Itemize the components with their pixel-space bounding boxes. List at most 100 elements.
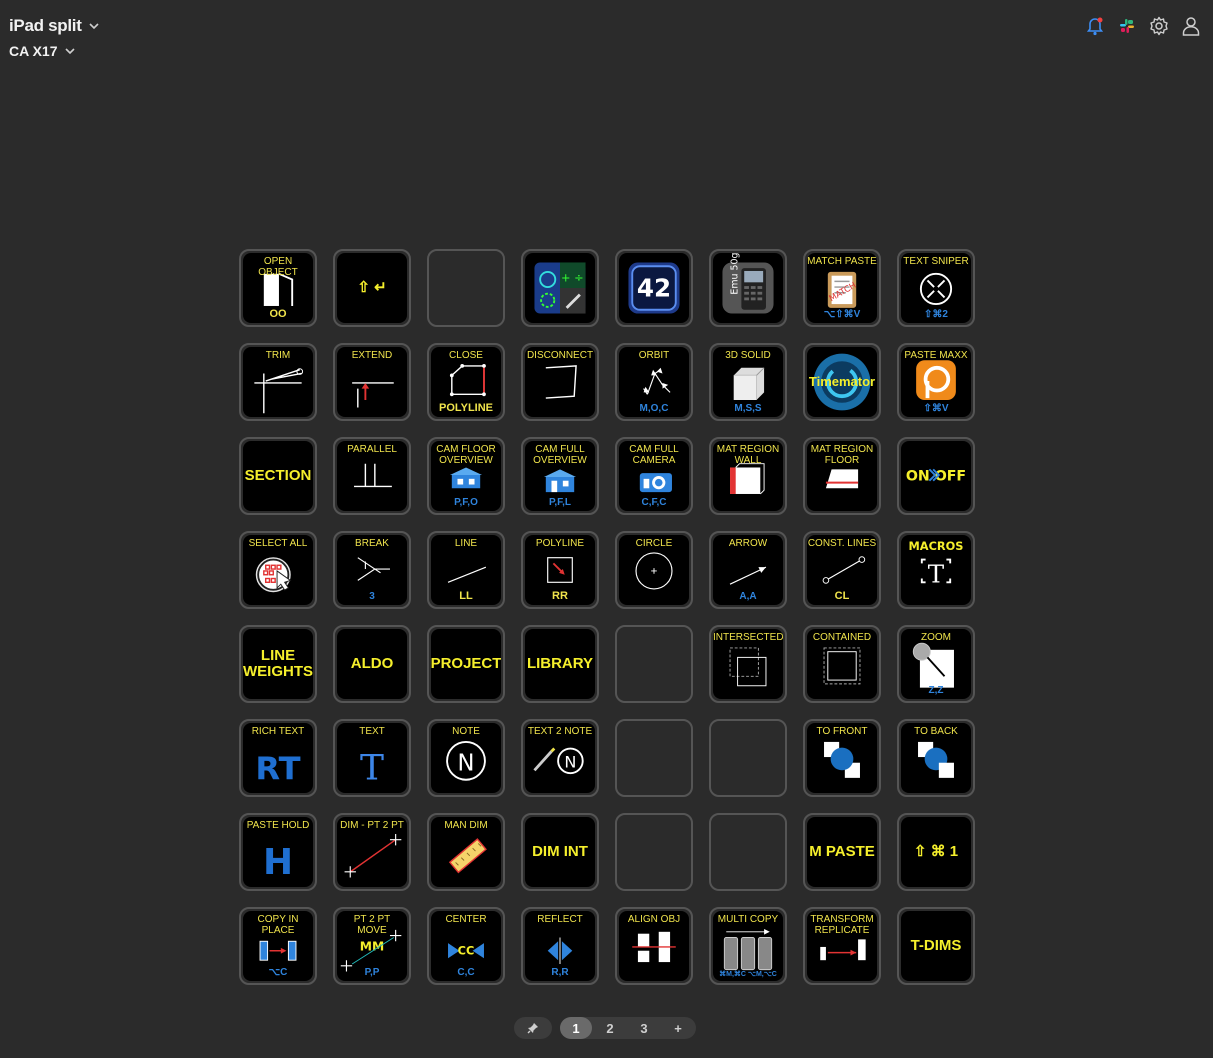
key-slot[interactable]: PROJECT — [427, 625, 505, 703]
key-slot[interactable]: DISCONNECT — [521, 343, 599, 421]
key-button[interactable]: M PASTE — [807, 817, 877, 887]
key-slot[interactable]: POLYLINE RR — [521, 531, 599, 609]
key-button[interactable]: 4242 — [619, 253, 689, 323]
key-button[interactable]: LINE LL — [431, 535, 501, 605]
key-slot[interactable]: BREAK 3 — [333, 531, 411, 609]
key-slot[interactable]: TEXT SNIPER ⇧⌘2 — [897, 249, 975, 327]
key-button[interactable]: + ÷ — [525, 253, 595, 323]
key-slot[interactable]: ZOOM Z,Z — [897, 625, 975, 703]
key-slot[interactable]: N TEXT 2 NOTE — [521, 719, 599, 797]
key-button[interactable]: LINE WEIGHTS — [243, 629, 313, 699]
key-button[interactable]: MULTI COPY ⌘M,⌘C ⌥M,⌥C — [713, 911, 783, 981]
key-slot[interactable]: CAM FULL OVERVIEW P,F,L — [521, 437, 599, 515]
key-button[interactable]: TRANSFORM REPLICATE — [807, 911, 877, 981]
key-button[interactable]: POLYLINE RR — [525, 535, 595, 605]
key-slot[interactable]: ⇧ ⌘ 1 — [897, 813, 975, 891]
key-slot[interactable]: TO FRONT — [803, 719, 881, 797]
key-button[interactable]: MAT REGION WALL — [713, 441, 783, 511]
key-button[interactable]: TO FRONT — [807, 723, 877, 793]
key-slot[interactable]: CONST. LINES CL — [803, 531, 881, 609]
key-button[interactable]: T-DIMS — [901, 911, 971, 981]
empty-key-slot[interactable] — [615, 625, 693, 703]
key-button[interactable]: Emu 50g — [713, 253, 783, 323]
key-button[interactable]: OPEN OBJECT OO — [243, 253, 313, 323]
key-slot[interactable]: TO BACK — [897, 719, 975, 797]
key-button[interactable]: MAT REGION FLOOR — [807, 441, 877, 511]
key-slot[interactable]: Emu 50g — [709, 249, 787, 327]
key-slot[interactable]: COPY IN PLACE ⌥C — [239, 907, 317, 985]
key-button[interactable]: BREAK 3 — [337, 535, 407, 605]
key-button[interactable]: H PASTE HOLD — [243, 817, 313, 887]
key-button[interactable]: DIM - PT 2 PT — [337, 817, 407, 887]
key-slot[interactable]: CC CENTER C,C — [427, 907, 505, 985]
key-button[interactable]: CAM FLOOR OVERVIEW P,F,O — [431, 441, 501, 511]
key-slot[interactable]: 4242 — [615, 249, 693, 327]
key-slot[interactable]: N NOTE — [427, 719, 505, 797]
empty-key-slot[interactable] — [615, 719, 693, 797]
key-button[interactable]: MM PT 2 PT MOVE P,P — [337, 911, 407, 981]
key-button[interactable]: ARROW A,A — [713, 535, 783, 605]
key-slot[interactable]: CAM FULL CAMERA C,F,C — [615, 437, 693, 515]
page-tab-1[interactable]: 1 — [560, 1017, 592, 1039]
key-slot[interactable]: MAT REGION WALL — [709, 437, 787, 515]
key-slot[interactable]: H PASTE HOLD — [239, 813, 317, 891]
key-button[interactable]: ALIGN OBJ — [619, 911, 689, 981]
key-slot[interactable]: CAM FLOOR OVERVIEW P,F,O — [427, 437, 505, 515]
key-button[interactable]: SELECT ALL — [243, 535, 313, 605]
key-button[interactable]: TRIM — [243, 347, 313, 417]
key-button[interactable]: Timemator — [807, 347, 877, 417]
key-slot[interactable]: RT RICH TEXT — [239, 719, 317, 797]
empty-key-slot[interactable] — [709, 719, 787, 797]
key-button[interactable]: T TEXT — [337, 723, 407, 793]
key-slot[interactable]: PARALLEL — [333, 437, 411, 515]
key-button[interactable]: ORBIT M,O,C — [619, 347, 689, 417]
key-button[interactable]: EXTEND — [337, 347, 407, 417]
key-button[interactable]: ZOOM Z,Z — [901, 629, 971, 699]
key-button[interactable]: PARALLEL — [337, 441, 407, 511]
key-button[interactable]: PROJECT — [431, 629, 501, 699]
bell-icon[interactable] — [1085, 14, 1105, 38]
key-slot[interactable]: Timemator — [803, 343, 881, 421]
key-slot[interactable]: LINE LL — [427, 531, 505, 609]
key-button[interactable]: CLOSE POLYLINE — [431, 347, 501, 417]
key-button[interactable]: N TEXT 2 NOTE — [525, 723, 595, 793]
key-button[interactable]: ⇧ ⌘ 1 — [901, 817, 971, 887]
key-slot[interactable]: MAT REGION FLOOR — [803, 437, 881, 515]
key-slot[interactable]: ALIGN OBJ — [615, 907, 693, 985]
key-slot[interactable]: T TEXT — [333, 719, 411, 797]
key-button[interactable]: CC CENTER C,C — [431, 911, 501, 981]
key-button[interactable]: TO BACK — [901, 723, 971, 793]
key-button[interactable]: CONST. LINES CL — [807, 535, 877, 605]
key-slot[interactable]: MAN DIM — [427, 813, 505, 891]
key-slot[interactable]: EXTEND — [333, 343, 411, 421]
key-slot[interactable]: ⇧ ↵ — [333, 249, 411, 327]
key-button[interactable]: TEXT SNIPER ⇧⌘2 — [901, 253, 971, 323]
empty-key-slot[interactable] — [427, 249, 505, 327]
page-tab-3[interactable]: 3 — [628, 1017, 660, 1039]
key-slot[interactable]: CIRCLE — [615, 531, 693, 609]
gear-icon[interactable] — [1149, 14, 1169, 38]
key-slot[interactable]: TRANSFORM REPLICATE — [803, 907, 881, 985]
key-button[interactable]: MATCH MATCH PASTE ⌥⇧⌘V — [807, 253, 877, 323]
key-button[interactable]: CONTAINED — [807, 629, 877, 699]
key-button[interactable]: INTERSECTED — [713, 629, 783, 699]
key-slot[interactable]: CLOSE POLYLINE — [427, 343, 505, 421]
key-slot[interactable]: MM PT 2 PT MOVE P,P — [333, 907, 411, 985]
empty-key-slot[interactable] — [709, 813, 787, 891]
key-button[interactable]: CIRCLE — [619, 535, 689, 605]
key-slot[interactable]: ON OFF — [897, 437, 975, 515]
key-slot[interactable]: ALDO — [333, 625, 411, 703]
key-button[interactable]: ON OFF — [901, 441, 971, 511]
key-slot[interactable]: DIM INT — [521, 813, 599, 891]
key-button[interactable]: LIBRARY — [525, 629, 595, 699]
key-slot[interactable]: SELECT ALL — [239, 531, 317, 609]
key-button[interactable]: CAM FULL CAMERA C,F,C — [619, 441, 689, 511]
key-slot[interactable]: + ÷ — [521, 249, 599, 327]
key-slot[interactable]: LINE WEIGHTS — [239, 625, 317, 703]
key-button[interactable]: DISCONNECT — [525, 347, 595, 417]
profile-selector[interactable]: iPad split — [9, 16, 100, 36]
key-button[interactable]: SECTION — [243, 441, 313, 511]
key-button[interactable]: MAN DIM — [431, 817, 501, 887]
key-slot[interactable]: 3D SOLID M,S,S — [709, 343, 787, 421]
key-slot[interactable]: MACROS T — [897, 531, 975, 609]
